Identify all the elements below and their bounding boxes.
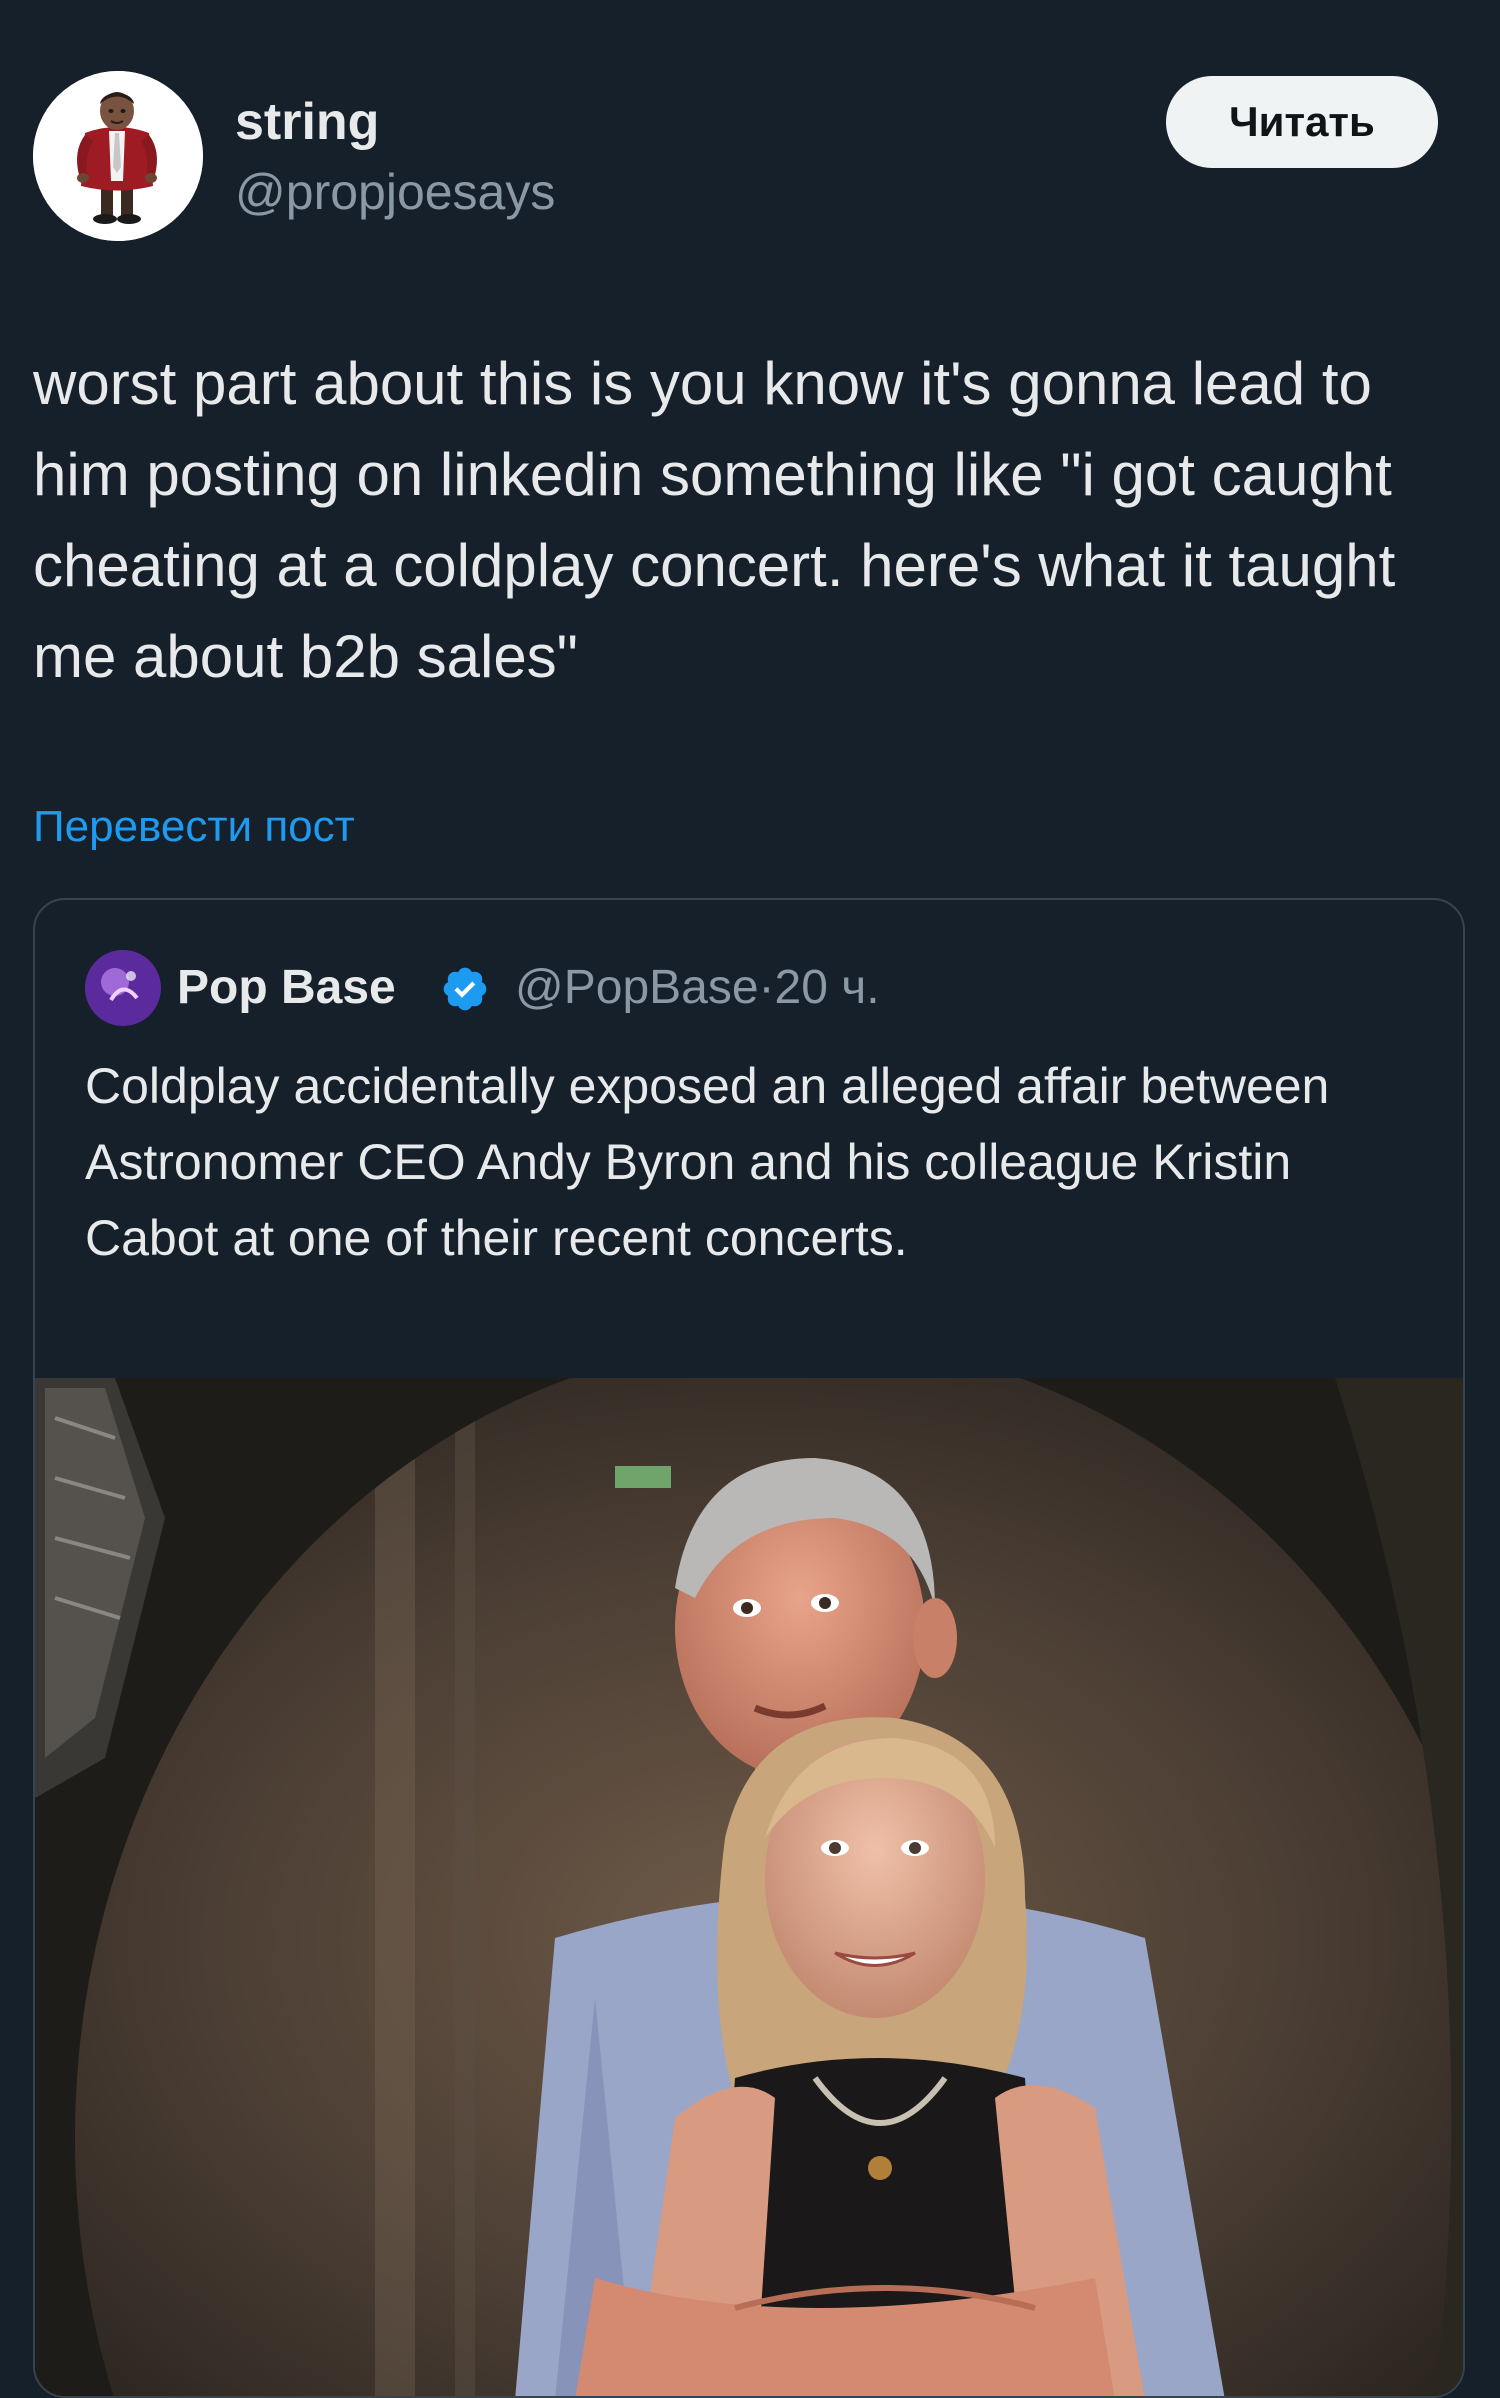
author-avatar-illustration: [33, 71, 203, 241]
concert-photo-image: [35, 1378, 1463, 2396]
quoted-tweet-card[interactable]: Pop Base @PopBase·20 ч. Coldplay acciden…: [33, 898, 1465, 2398]
author-avatar[interactable]: [33, 71, 203, 241]
verified-badge-icon: [443, 967, 487, 1011]
follow-button[interactable]: Читать: [1166, 76, 1438, 168]
quote-text: Coldplay accidentally exposed an alleged…: [85, 1058, 1330, 1266]
pop-base-logo-icon: [85, 950, 161, 1026]
quote-author-display-name[interactable]: Pop Base: [177, 958, 396, 1018]
quote-timestamp[interactable]: 20 ч.: [775, 961, 880, 1014]
quote-author-avatar[interactable]: [85, 950, 161, 1026]
quote-media-photo[interactable]: [35, 1378, 1463, 2396]
quote-meta: @PopBase·20 ч.: [515, 958, 880, 1018]
quote-author-handle[interactable]: @PopBase: [515, 961, 759, 1014]
author-handle[interactable]: @propjoesays: [235, 162, 555, 222]
author-display-name[interactable]: string: [235, 92, 379, 152]
translate-post-link[interactable]: Перевести пост: [33, 797, 355, 857]
quote-separator: ·: [758, 961, 775, 1014]
tweet-text: worst part about this is you know it's g…: [33, 350, 1396, 690]
